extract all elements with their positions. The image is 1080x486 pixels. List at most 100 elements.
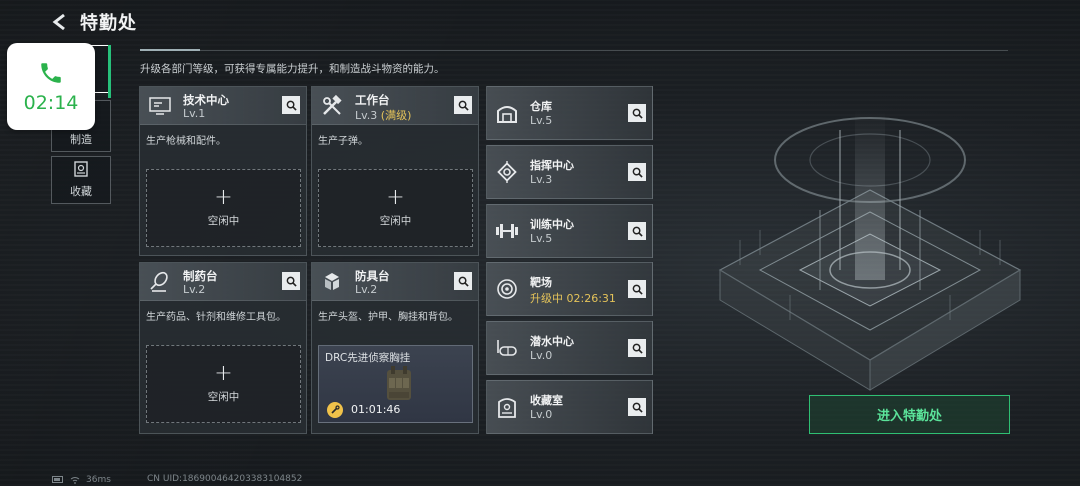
facility-level: Lv.0 (530, 408, 553, 421)
search-icon (632, 284, 643, 295)
search-button[interactable] (454, 272, 472, 290)
card-level: Lv.2 (183, 283, 206, 296)
card-level: Lv.3 (满级) (355, 109, 412, 122)
tech-center-icon (147, 93, 173, 119)
tab-collection-label: 收藏 (70, 185, 92, 198)
search-icon (632, 226, 643, 237)
command-center-icon (493, 158, 521, 186)
facility-training-center[interactable]: 训练中心 Lv.5 (486, 204, 653, 258)
header-divider (140, 50, 1008, 51)
facility-level: Lv.0 (530, 349, 553, 362)
call-duration: 02:14 (23, 91, 79, 114)
search-button[interactable] (628, 280, 646, 298)
facility-diving-center[interactable]: 潜水中心 Lv.0 (486, 321, 653, 375)
ping-value: 36ms (86, 474, 111, 485)
warehouse-icon (493, 99, 521, 127)
search-button[interactable] (628, 339, 646, 357)
facility-name: 训练中心 (530, 218, 574, 231)
back-arrow-icon (52, 13, 65, 31)
crafting-slot[interactable]: DRC先进侦察胸挂 01:01:46 (318, 345, 473, 423)
back-button[interactable] (48, 10, 72, 34)
search-button[interactable] (282, 96, 300, 114)
plus-icon: + (214, 184, 233, 210)
tab-collection[interactable]: 收藏 (51, 156, 111, 204)
production-slot[interactable]: + 空闲中 (146, 345, 301, 423)
card-header: 防具台 Lv.2 (312, 263, 478, 301)
card-description: 生产药品、针剂和维修工具包。 (146, 312, 286, 323)
battery-icon (52, 476, 63, 483)
search-icon (632, 108, 643, 119)
crafting-item-name: DRC先进侦察胸挂 (325, 352, 411, 364)
card-title: 防具台 (355, 269, 390, 283)
search-button[interactable] (628, 163, 646, 181)
card-description: 生产枪械和配件。 (146, 136, 226, 147)
card-description: 生产头盔、护甲、胸挂和背包。 (318, 312, 458, 323)
card-title: 工作台 (355, 93, 390, 107)
active-tab-indicator (108, 45, 111, 98)
production-slot[interactable]: + 空闲中 (146, 169, 301, 247)
search-button[interactable] (628, 398, 646, 416)
tab-manufacture-label: 制造 (70, 133, 92, 146)
search-icon (632, 402, 643, 413)
header: 特勤处 (48, 8, 137, 36)
search-button[interactable] (282, 272, 300, 290)
workshop-workbench[interactable]: 工作台 Lv.3 (满级) 生产子弹。 + 空闲中 (311, 86, 479, 256)
facility-name: 仓库 (530, 100, 552, 113)
facility-name: 收藏室 (530, 394, 563, 407)
facility-name: 靶场 (530, 276, 552, 289)
workbench-icon (319, 93, 345, 119)
slot-status: 空闲中 (207, 390, 240, 403)
pharmacy-icon (147, 269, 173, 295)
card-title: 技术中心 (183, 93, 229, 107)
target-icon (493, 275, 521, 303)
search-icon (286, 100, 297, 111)
card-header: 制药台 Lv.2 (140, 263, 306, 301)
search-button[interactable] (628, 104, 646, 122)
collection-room-icon (493, 393, 521, 421)
search-button[interactable] (628, 222, 646, 240)
facility-level: Lv.3 (530, 173, 553, 186)
enter-special-ops-button[interactable]: 进入特勤处 (809, 395, 1010, 434)
facility-warehouse[interactable]: 仓库 Lv.5 (486, 86, 653, 140)
page-subtitle: 升级各部门等级，可获得专属能力提升，和制造战斗物资的能力。 (140, 63, 445, 75)
search-icon (632, 343, 643, 354)
workshop-pharmacy[interactable]: 制药台 Lv.2 生产药品、针剂和维修工具包。 + 空闲中 (139, 262, 307, 434)
workshop-tech-center[interactable]: 技术中心 Lv.1 生产枪械和配件。 + 空闲中 (139, 86, 307, 256)
user-uid: CN UID:18690046420338310485​2 (147, 474, 303, 484)
search-icon (458, 276, 469, 287)
search-icon (632, 167, 643, 178)
search-icon (286, 276, 297, 287)
facility-shooting-range[interactable]: 靶场 升级中 02:26:31 (486, 262, 653, 316)
card-description: 生产子弹。 (318, 136, 368, 147)
production-slot[interactable]: + 空闲中 (318, 169, 473, 247)
facility-level: Lv.5 (530, 232, 553, 245)
slot-status: 空闲中 (207, 214, 240, 227)
card-level: Lv.1 (183, 107, 206, 120)
plus-icon: + (214, 360, 233, 386)
diving-mask-icon (493, 334, 521, 362)
call-indicator[interactable]: 02:14 (7, 43, 95, 130)
facility-name: 指挥中心 (530, 159, 574, 172)
slot-status: 空闲中 (379, 214, 412, 227)
card-level: Lv.2 (355, 283, 378, 296)
plus-icon: + (386, 184, 405, 210)
facility-command-center[interactable]: 指挥中心 Lv.3 (486, 145, 653, 199)
chest-rig-icon (387, 366, 411, 400)
facility-collection-room[interactable]: 收藏室 Lv.0 (486, 380, 653, 434)
phone-icon (41, 62, 61, 83)
crafting-timer: 01:01:46 (351, 403, 401, 416)
card-header: 技术中心 Lv.1 (140, 87, 306, 125)
search-icon (458, 100, 469, 111)
workshop-armor-bench[interactable]: 防具台 Lv.2 生产头盔、护甲、胸挂和背包。 DRC先进侦察胸挂 01:01:… (311, 262, 479, 434)
facility-name: 潜水中心 (530, 335, 574, 348)
max-level-tag: (满级) (380, 109, 412, 122)
wifi-icon (70, 476, 80, 484)
card-header: 工作台 Lv.3 (满级) (312, 87, 478, 125)
armor-bench-icon (319, 269, 345, 295)
status-footer: 36ms (52, 473, 111, 486)
timer-icon (327, 402, 343, 418)
search-button[interactable] (454, 96, 472, 114)
facility-upgrade-timer: 升级中 02:26:31 (530, 292, 616, 305)
header-accent (140, 49, 200, 51)
page-title: 特勤处 (80, 13, 137, 34)
